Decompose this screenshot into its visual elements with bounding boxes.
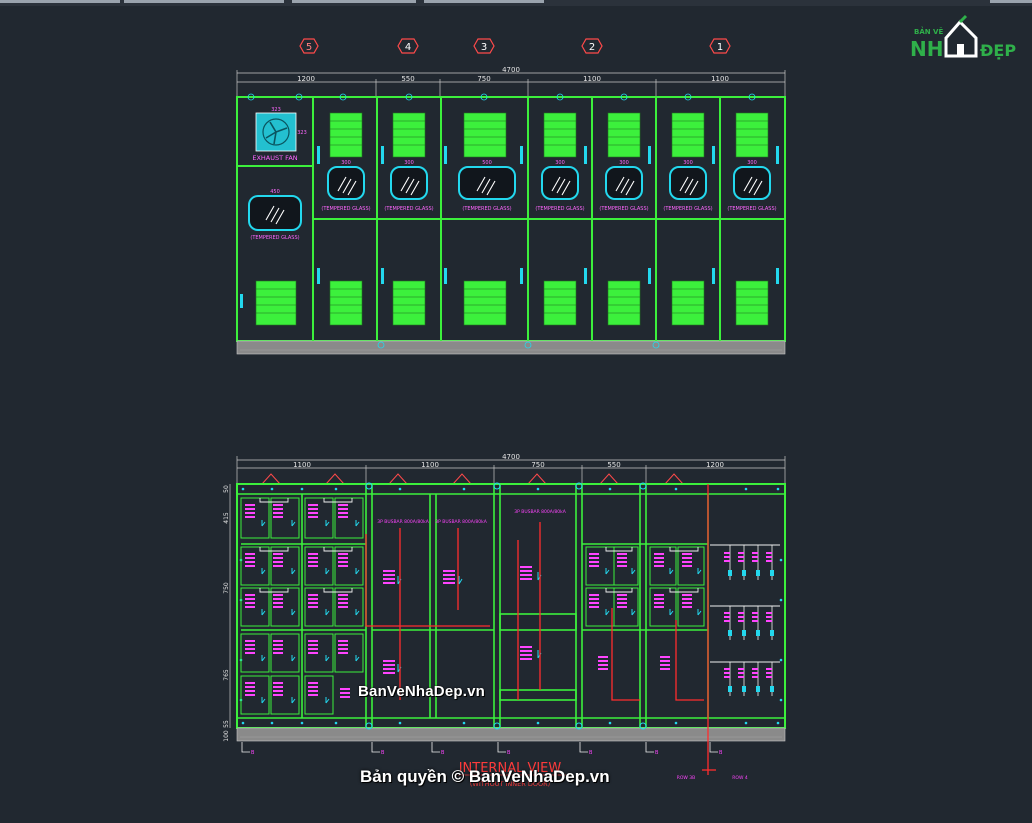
drawing-tab-4[interactable]: [424, 0, 544, 3]
glass-label: (TEMPERED GLASS): [384, 206, 433, 212]
dimension-text: 750: [531, 461, 544, 469]
glass-label: (TEMPERED GLASS): [727, 206, 776, 212]
drawing-tab-5[interactable]: [990, 0, 1032, 3]
internal-view: 4700 1100 1100 750 550 1200 50 415 750 7…: [223, 453, 786, 788]
exhaust-fan-label: EXHAUST FAN: [252, 154, 297, 162]
column-tag-label: 1: [717, 42, 723, 53]
logo-left-text: NH: [910, 37, 943, 61]
column-tag-label: 4: [405, 42, 411, 53]
height-dimension: 55: [223, 720, 230, 728]
fixing-points: [239, 487, 783, 725]
glass-size: 300: [747, 160, 757, 166]
glass-size: 500: [482, 160, 492, 166]
glass-size: 450: [270, 189, 280, 195]
overall-dimension: 4700: [502, 66, 520, 74]
dimension-text: 1200: [297, 75, 315, 83]
glass-size: 300: [341, 160, 351, 166]
logo-top-text: BẢN VẼ: [914, 26, 943, 36]
section-mark: B: [507, 750, 511, 756]
glass-size: 300: [683, 160, 693, 166]
logo-right-text: ĐẸP: [980, 41, 1016, 60]
site-watermark: BanVeNhaDep.vn: [358, 683, 486, 700]
dimension-text: 750: [477, 75, 490, 83]
glass-size: 300: [555, 160, 565, 166]
section-mark: B: [655, 750, 659, 756]
fan-size-w: 323: [271, 107, 281, 113]
cad-model-space[interactable]: 5 4 3 2 1 4700 1200 550 750 1100 1100 EX…: [0, 6, 1032, 819]
overall-dimension: 4700: [502, 453, 520, 461]
drawing-tab-1[interactable]: [0, 0, 120, 3]
column-tag-label: 2: [589, 42, 595, 53]
column-tag-label: 5: [306, 42, 312, 53]
height-dimension: 50: [223, 485, 230, 493]
busbar-label: 3P BUSBAR 800A/80kA: [435, 519, 487, 525]
front-view: 5 4 3 2 1 4700 1200 550 750 1100 1100 EX…: [236, 38, 786, 355]
lifting-lugs: [261, 473, 684, 485]
section-mark: B: [251, 750, 255, 756]
dimension-text: 550: [607, 461, 620, 469]
upper-louvres: [329, 112, 769, 158]
dimension-text: 1100: [421, 461, 439, 469]
column-tags: [299, 38, 731, 54]
breaker-annotations: [245, 504, 692, 698]
dimension-text: 1100: [583, 75, 601, 83]
busbar-row-label: ROW 4: [732, 775, 748, 781]
glass-size: 300: [404, 160, 414, 166]
base-height-dimension: 100: [223, 730, 230, 742]
column-tag-label: 3: [481, 42, 487, 53]
glass-windows: [248, 166, 771, 231]
dimension-text: 1100: [293, 461, 311, 469]
glass-label: (TEMPERED GLASS): [535, 206, 584, 212]
busbar-label: 3P BUSBAR 800A/80kA: [514, 509, 566, 515]
outgoing-terminals: [729, 545, 773, 696]
glass-size: 300: [619, 160, 629, 166]
site-logo: BẢN VẼ NH ĐẸP: [906, 12, 1024, 64]
dimension-text: 1100: [711, 75, 729, 83]
fan-size-h: 323: [297, 130, 307, 136]
busbar-row-label: ROW 3B: [677, 775, 696, 781]
drawing-tab-3[interactable]: [292, 0, 416, 3]
section-mark: B: [381, 750, 385, 756]
front-plinth: [236, 340, 786, 355]
height-dimension: 750: [223, 582, 230, 594]
lower-louvres: [255, 280, 769, 326]
dimension-text: 1200: [706, 461, 724, 469]
section-mark: B: [589, 750, 593, 756]
height-dimension: 415: [223, 512, 230, 524]
copyright-watermark: Bản quyền © BanVeNhaDep.vn: [360, 767, 610, 786]
glass-label: (TEMPERED GLASS): [321, 206, 370, 212]
drawing-tab-2[interactable]: [124, 0, 284, 3]
section-mark: B: [441, 750, 445, 756]
section-cut-lines: [241, 742, 718, 753]
glass-label: (TEMPERED GLASS): [663, 206, 712, 212]
internal-plinth: [236, 727, 786, 742]
glass-label: (TEMPERED GLASS): [599, 206, 648, 212]
dimension-text: 550: [401, 75, 414, 83]
section-marks: B B B B B B B: [251, 750, 723, 756]
glass-label: (TEMPERED GLASS): [462, 206, 511, 212]
internal-panel-frame: [236, 483, 786, 729]
glass-label: (TEMPERED GLASS): [250, 235, 299, 241]
internal-structure: [237, 484, 785, 728]
height-dimension: 765: [223, 669, 230, 681]
busbar-label: 3P BUSBAR 800A/80kA: [377, 519, 429, 525]
section-mark: B: [719, 750, 723, 756]
